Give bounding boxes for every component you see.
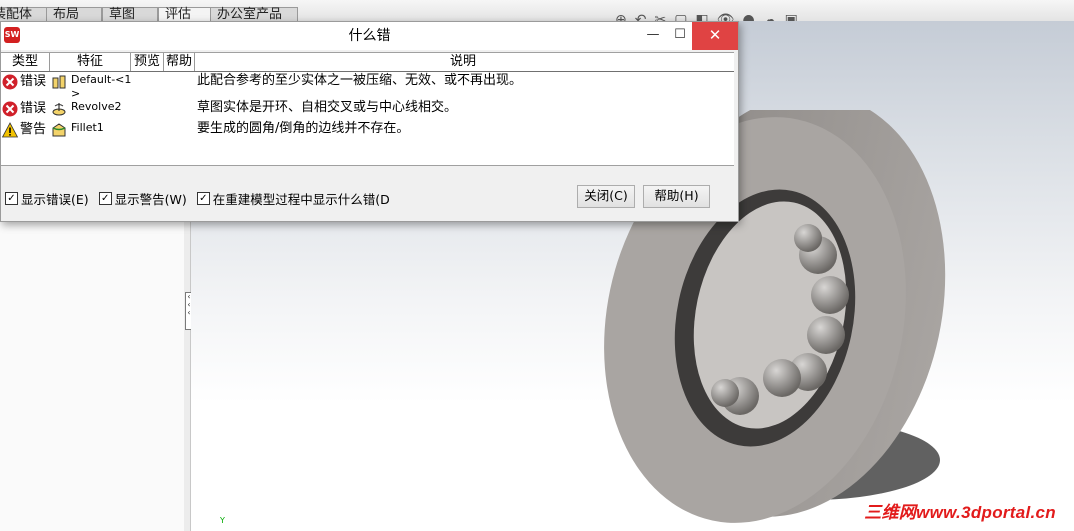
list-item[interactable]: 错误 Revolve2 草图实体是开环、自相交叉或与中心线相交。 [1, 100, 734, 120]
row-feature: Fillet1 [71, 121, 104, 134]
column-header-feature[interactable]: 特征 [50, 53, 131, 71]
row-description: 草图实体是开环、自相交叉或与中心线相交。 [197, 100, 458, 115]
close-button[interactable]: 关闭(C) [577, 185, 635, 208]
axis-triad: Y [220, 516, 225, 525]
show-errors-label: 显示错误(E) [21, 191, 89, 207]
show-during-rebuild-checkbox[interactable]: ✓ [196, 191, 210, 205]
list-header: 类型 特征 预览 帮助 说明 [1, 53, 734, 72]
column-header-preview[interactable]: 预览 [131, 53, 164, 71]
tab-layout[interactable]: 布局 [46, 7, 102, 22]
show-errors-checkbox[interactable]: ✓ [5, 191, 18, 205]
show-errors-option[interactable]: ✓ 显示错误(E) [5, 189, 89, 208]
minimize-icon[interactable]: — [638, 22, 668, 50]
row-description: 此配合参考的至少实体之一被压缩、无效、或不再出现。 [197, 73, 523, 88]
error-icon [2, 101, 18, 117]
error-list: 类型 特征 预览 帮助 说明 错误 Default-<1> 此配合参考的至少实体… [1, 52, 734, 166]
dialog-titlebar[interactable]: SW 什么错 — ☐ ✕ [1, 22, 738, 50]
row-type: 错误 [20, 74, 47, 89]
warning-icon [2, 122, 18, 138]
show-warnings-label: 显示警告(W) [114, 191, 187, 207]
list-item[interactable]: 错误 Default-<1> 此配合参考的至少实体之一被压缩、无效、或不再出现。 [1, 73, 734, 100]
column-header-description[interactable]: 说明 [195, 53, 731, 71]
show-during-rebuild-label: 在重建模型过程中显示什么错(D [212, 191, 390, 207]
maximize-icon[interactable]: ☐ [665, 22, 695, 50]
help-button[interactable]: 帮助(H) [643, 185, 710, 208]
show-during-rebuild-option[interactable]: ✓ 在重建模型过程中显示什么错(D [196, 189, 390, 208]
revolve-icon [52, 103, 66, 116]
row-feature: Default-<1> [71, 73, 132, 100]
mate-icon [52, 75, 66, 89]
row-description: 要生成的圆角/倒角的边线并不存在。 [197, 121, 410, 136]
command-manager-tabs: 装配体 布局 草图 评估 办公室产品 [0, 0, 1074, 22]
close-icon[interactable]: ✕ [692, 22, 738, 50]
tab-evaluate[interactable]: 评估 [158, 7, 212, 22]
column-header-help[interactable]: 帮助 [164, 53, 195, 71]
column-header-type[interactable]: 类型 [1, 53, 50, 71]
error-icon [2, 74, 18, 90]
display-options: ✓ 显示错误(E) ✓ 显示警告(W) ✓ 在重建模型过程中显示什么错(D [5, 188, 400, 208]
show-warnings-checkbox[interactable]: ✓ [98, 191, 112, 205]
list-item[interactable]: 警告 Fillet1 要生成的圆角/倒角的边线并不存在。 [1, 121, 734, 141]
fillet-icon [52, 123, 66, 137]
show-warnings-option[interactable]: ✓ 显示警告(W) [98, 189, 187, 208]
row-type: 错误 [20, 101, 47, 116]
row-type: 警告 [20, 122, 47, 137]
row-feature: Revolve2 [71, 100, 122, 113]
whats-wrong-dialog: SW 什么错 — ☐ ✕ 类型 特征 预览 帮助 说明 错误 Default-<… [0, 21, 739, 222]
dialog-title: 什么错 [348, 28, 391, 44]
watermark: 三维网www.3dportal.cn [864, 503, 1056, 522]
tab-sketch[interactable]: 草图 [102, 7, 158, 22]
tab-office-products[interactable]: 办公室产品 [210, 7, 298, 22]
